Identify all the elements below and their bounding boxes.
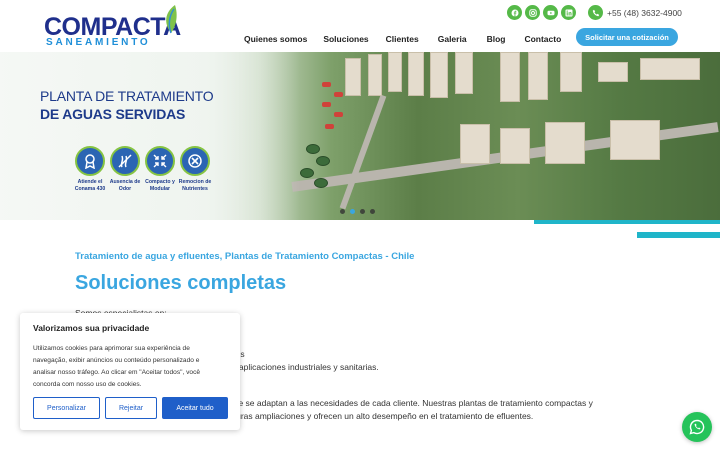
main-nav: Quienes somos Soluciones Clientes Galeri…: [244, 34, 561, 44]
scene-building: [500, 52, 520, 102]
scene-building: [528, 52, 548, 100]
whatsapp-button[interactable]: [682, 412, 712, 442]
nav-blog[interactable]: Blog: [487, 34, 506, 44]
scene-tank: [316, 156, 330, 166]
cookie-accept-button[interactable]: Aceitar tudo: [162, 397, 228, 419]
site-header: COMPACTA SANEAMIENTO +55 (48) 3632-4900 …: [0, 0, 720, 52]
nav-contacto[interactable]: Contacto: [524, 34, 561, 44]
cookie-reject-button[interactable]: Rejeitar: [105, 397, 157, 419]
instagram-icon[interactable]: [525, 5, 540, 20]
slide-dot-4[interactable]: [370, 209, 375, 214]
scene-canopy: [334, 92, 343, 97]
badge-label: Remocion de Nutrientes: [178, 179, 212, 192]
scene-canopy: [325, 124, 334, 129]
body-line: ra aplicaciones industriales y sanitaria…: [229, 362, 379, 372]
award-icon: [75, 146, 105, 176]
compacta-logo[interactable]: COMPACTA SANEAMIENTO: [44, 5, 184, 48]
youtube-icon[interactable]: [543, 5, 558, 20]
scene-building: [560, 52, 582, 92]
slider-pagination: [340, 209, 375, 214]
nav-quienes-somos[interactable]: Quienes somos: [244, 34, 307, 44]
quote-button[interactable]: Solicitar una cotización: [576, 28, 678, 46]
cookie-title: Valorizamos sua privacidade: [33, 323, 150, 333]
badge-label: Ausencia de Odor: [109, 179, 141, 192]
decorative-stripe: [534, 220, 720, 224]
compact-icon: [145, 146, 175, 176]
social-links: [507, 5, 576, 20]
badge-label: Compacto y Modular: [145, 179, 175, 192]
cookie-customize-button[interactable]: Personalizar: [33, 397, 100, 419]
nav-clientes[interactable]: Clientes: [386, 34, 419, 44]
leaf-icon: [166, 5, 177, 34]
phone-number: +55 (48) 3632-4900: [607, 7, 682, 18]
body-line: uturas ampliaciones y ofrecen un alto de…: [229, 411, 534, 421]
scene-tank: [306, 144, 320, 154]
badge-compact: Compacto y Modular: [144, 146, 176, 192]
scene-building: [640, 58, 700, 80]
scene-building: [368, 54, 382, 96]
scene-building: [408, 52, 424, 96]
scene-building: [545, 122, 585, 164]
linkedin-icon[interactable]: [561, 5, 576, 20]
scene-building: [610, 120, 660, 160]
decorative-stripe: [637, 232, 720, 238]
section-heading: Soluciones completas: [75, 272, 287, 294]
badge-odor: Ausencia de Odor: [109, 146, 141, 192]
scene-canopy: [322, 102, 331, 107]
scene-building: [500, 128, 530, 164]
phone-contact[interactable]: +55 (48) 3632-4900: [588, 5, 682, 20]
cookie-body: Utilizamos cookies para aprimorar sua ex…: [33, 345, 201, 388]
scene-building: [598, 62, 628, 82]
section-subheading: Tratamiento de agua y efluentes, Plantas…: [75, 251, 415, 262]
slide-dot-2[interactable]: [350, 209, 355, 214]
hero-badges: Atiende el Conama 430 Ausencia de Odor C…: [74, 146, 211, 192]
scene-building: [455, 52, 473, 94]
hero-title-line1: PLANTA DE TRATAMIENTO: [40, 88, 214, 104]
scene-building: [345, 58, 361, 96]
body-line: que se adaptan a las necesidades de cada…: [229, 398, 593, 408]
facebook-icon[interactable]: [507, 5, 522, 20]
scene-tank: [300, 168, 314, 178]
whatsapp-icon: [689, 419, 705, 435]
logo-subtitle: SANEAMIENTO: [46, 37, 151, 48]
slide-dot-3[interactable]: [360, 209, 365, 214]
scene-canopy: [322, 82, 331, 87]
phone-icon: [588, 5, 603, 20]
cookie-actions: Personalizar Rejeitar Aceitar tudo: [33, 397, 228, 419]
scene-building: [430, 52, 448, 98]
scene-building: [460, 124, 490, 164]
slide-dot-1[interactable]: [340, 209, 345, 214]
scene-building: [388, 52, 402, 92]
hero-slider: PLANTA DE TRATAMIENTO DE AGUAS SERVIDAS …: [0, 52, 720, 220]
badge-nutrients: Remocion de Nutrientes: [179, 146, 211, 192]
no-odor-icon: [110, 146, 140, 176]
badge-label: Atiende el Conama 430: [74, 179, 106, 192]
cookie-consent-banner: Valorizamos sua privacidade Utilizamos c…: [20, 313, 240, 430]
nav-galeria[interactable]: Galeria: [438, 34, 467, 44]
remove-icon: [180, 146, 210, 176]
scene-canopy: [334, 112, 343, 117]
scene-road: [339, 94, 387, 210]
nav-soluciones[interactable]: Soluciones: [323, 34, 368, 44]
scene-tank: [314, 178, 328, 188]
badge-conama: Atiende el Conama 430: [74, 146, 106, 192]
hero-title-line2: DE AGUAS SERVIDAS: [40, 106, 186, 122]
hero-overlay: [0, 52, 300, 220]
